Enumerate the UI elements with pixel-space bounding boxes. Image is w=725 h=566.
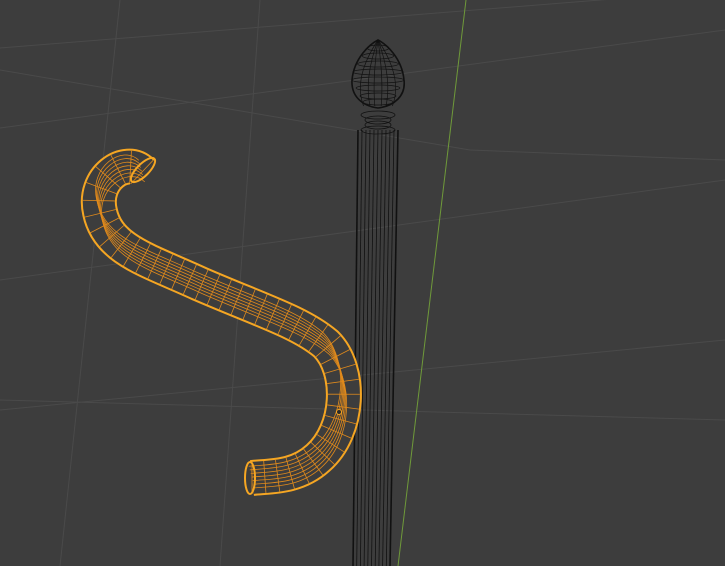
pole-collar-ring — [364, 120, 392, 130]
pole-finial-ring — [366, 44, 390, 52]
pole-edge — [371, 129, 379, 566]
grid-line — [0, 0, 607, 49]
pole-edge — [382, 129, 391, 566]
pole-finial-ring — [355, 84, 401, 92]
pole-finial-ring — [362, 52, 394, 60]
pole-finial-ring — [351, 76, 405, 84]
object-origin-dot — [336, 409, 342, 415]
y-axis-line — [397, 0, 467, 566]
pole-edge — [374, 129, 383, 566]
pole-finial-ring — [362, 98, 394, 106]
hook-wireframe[interactable] — [80, 148, 362, 496]
pole-finial-ring — [359, 92, 397, 100]
3d-viewport[interactable] — [0, 0, 725, 566]
viewport-canvas[interactable] — [0, 0, 725, 566]
hook-body — [82, 150, 360, 494]
pole-finial-ring — [352, 68, 404, 76]
pole-edge — [385, 129, 395, 566]
pole-collar-ring — [360, 110, 396, 120]
grid-line — [469, 149, 725, 161]
pole-collar-ring — [364, 115, 392, 125]
pole-finial-ring — [357, 60, 399, 68]
pole-outline-right — [389, 129, 399, 566]
pole-edge — [378, 129, 387, 566]
pole-wireframe[interactable] — [351, 39, 405, 566]
floor-grid — [0, 0, 725, 566]
